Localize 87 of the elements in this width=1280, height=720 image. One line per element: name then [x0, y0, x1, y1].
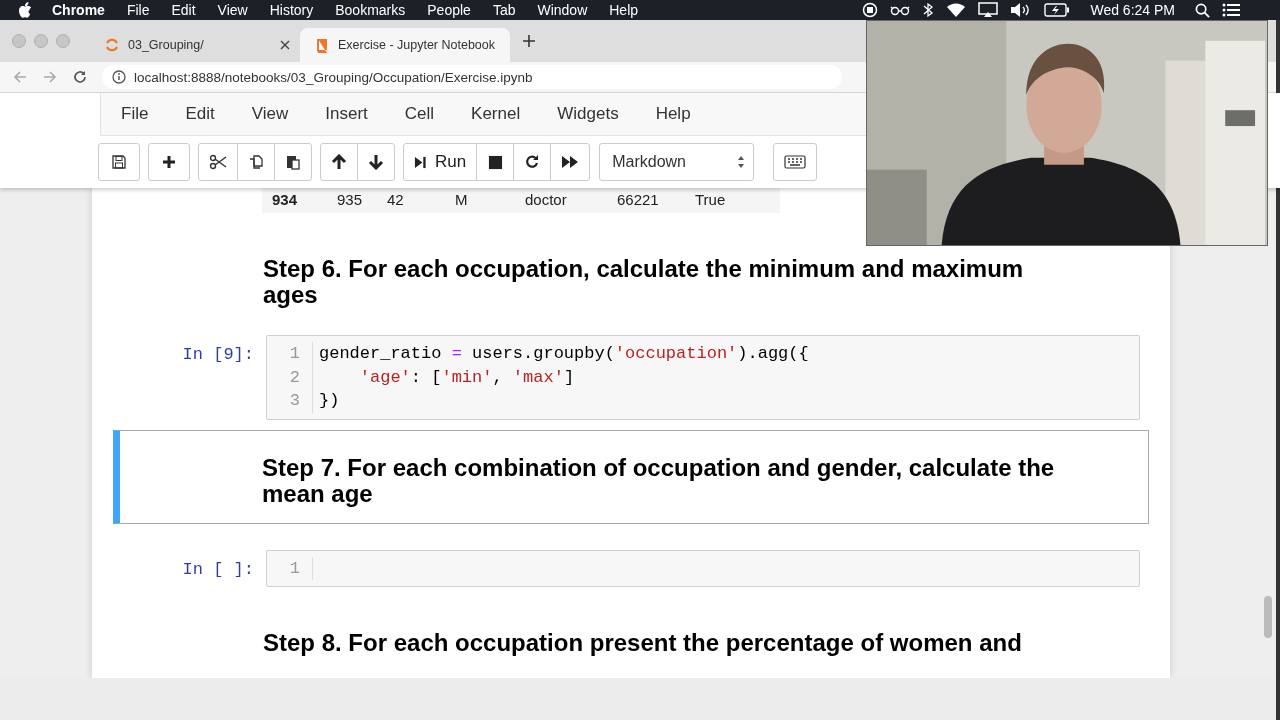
menu-item[interactable]: Help [655, 104, 691, 124]
clock[interactable]: Wed 6:24 PM [1090, 2, 1175, 18]
search-icon[interactable] [1195, 2, 1210, 18]
airplay-icon[interactable] [978, 2, 999, 18]
menu-item[interactable]: Widgets [557, 104, 619, 124]
battery-icon[interactable] [1044, 3, 1071, 17]
line-number: 2 [289, 366, 300, 389]
close-icon[interactable] [280, 40, 290, 50]
paste-icon [285, 154, 301, 170]
tab-title: 03_Grouping/ [128, 38, 205, 52]
step-heading: Step 7. For each combination of occupation and gender, calculate the mean age [262, 454, 1056, 507]
stop-icon [487, 154, 503, 170]
markdown-cell[interactable]: Step 8. For each occupation present the percentage of women and [113, 629, 1149, 657]
code-line: 'age': ['min', 'max'] [358, 367, 575, 387]
menu-item[interactable]: Insert [325, 104, 368, 124]
keyboard-button[interactable] [773, 143, 818, 181]
info-icon[interactable] [112, 70, 126, 84]
menu-item[interactable]: History [269, 2, 314, 18]
book-icon [314, 37, 330, 53]
down-button[interactable] [357, 143, 395, 181]
menu-item[interactable]: Edit [171, 2, 196, 18]
code-line: }) [319, 391, 340, 410]
tab-title: Exercise - Jupyter Notebook [338, 38, 495, 52]
arrow-down-icon [368, 154, 384, 170]
save-button[interactable] [98, 143, 140, 181]
menu-item[interactable]: Bookmarks [335, 2, 406, 18]
table-cell-text: M [454, 190, 469, 208]
browser-tab[interactable]: 03_Grouping/ [90, 28, 300, 62]
apple-icon[interactable] [18, 2, 32, 18]
line-number: 1 [289, 557, 300, 580]
table-cell-text: True [694, 190, 726, 208]
markdown-cell[interactable]: Step 6. For each occupation, calculate the minimum and maximum ages [113, 255, 1149, 309]
run-button[interactable]: Run [403, 143, 478, 181]
menu-item[interactable]: People [427, 2, 471, 18]
table-cell-text: 935 [336, 190, 364, 208]
step-heading: Step 6. For each occupation, calculate the minimum and maximum ages [263, 256, 1025, 308]
app-menu[interactable]: Chrome [52, 2, 105, 18]
menu-item[interactable]: Kernel [471, 104, 521, 124]
cell-type-dropdown[interactable]: Markdown [599, 143, 755, 181]
menu-item[interactable]: Window [537, 2, 588, 18]
copy-icon [248, 154, 264, 170]
menu-item[interactable]: Tab [492, 2, 516, 18]
copy-button[interactable] [237, 143, 275, 181]
reload-icon[interactable] [72, 69, 88, 85]
table-cell-text: 42 [387, 190, 405, 208]
new-tab-icon[interactable] [522, 34, 536, 48]
menu-item[interactable]: File [126, 2, 150, 18]
step-heading: Step 8. For each occupation present the percentage of women and [263, 630, 1023, 656]
menu-item[interactable]: View [251, 104, 289, 124]
bluetooth-icon[interactable] [922, 2, 935, 18]
menu-item[interactable]: Cell [404, 104, 435, 124]
table-cell-text: doctor [525, 190, 568, 208]
arrow-up-icon [331, 154, 347, 170]
line-number: 1 [289, 343, 300, 365]
row-index: 934 [271, 190, 299, 208]
add-button[interactable] [148, 143, 190, 181]
fast-forward-button[interactable] [550, 143, 591, 181]
fast-forward-icon [561, 154, 580, 170]
scrollbar[interactable] [1264, 596, 1272, 638]
keyboard-icon [784, 155, 807, 169]
table-cell-text: 66221 [616, 190, 660, 208]
line-number: 3 [289, 390, 300, 412]
wifi-icon[interactable] [946, 2, 967, 18]
restart-button[interactable] [513, 143, 552, 181]
select-arrows-icon [737, 155, 746, 169]
plus-icon [161, 154, 177, 170]
address-bar[interactable]: localhost:8888/notebooks/03_Grouping/Occupation/Exercise.ipynb [102, 65, 842, 89]
input-prompt: In [9]: [181, 344, 255, 364]
code-editor[interactable]: 1 2 3 gender_ratio = users.groupby('occupation').agg({ 'age': ['min', 'max'] }) [266, 335, 1140, 420]
menu-item[interactable]: Help [609, 2, 639, 18]
up-button[interactable] [320, 143, 358, 181]
browser-tab[interactable]: Exercise - Jupyter Notebook [300, 28, 510, 62]
record-icon[interactable] [862, 2, 879, 18]
menu-item[interactable]: Edit [185, 104, 215, 124]
scissors-icon [209, 154, 227, 170]
markdown-cell[interactable]: Step 7. For each combination of occupation and gender, calculate the mean age [113, 429, 1149, 524]
restart-icon [524, 154, 541, 170]
code-line: gender_ratio = users.groupby('occupation').agg({ [319, 344, 809, 363]
stop-button[interactable] [476, 143, 515, 181]
spinner-icon [104, 37, 120, 53]
menu-item[interactable]: File [121, 104, 149, 124]
list-icon[interactable] [1222, 3, 1240, 17]
step-icon [414, 154, 427, 170]
paste-button[interactable] [274, 143, 312, 181]
cut-button[interactable] [198, 143, 238, 181]
menu-item[interactable]: View [217, 2, 248, 18]
input-prompt: In [ ]: [181, 558, 255, 579]
